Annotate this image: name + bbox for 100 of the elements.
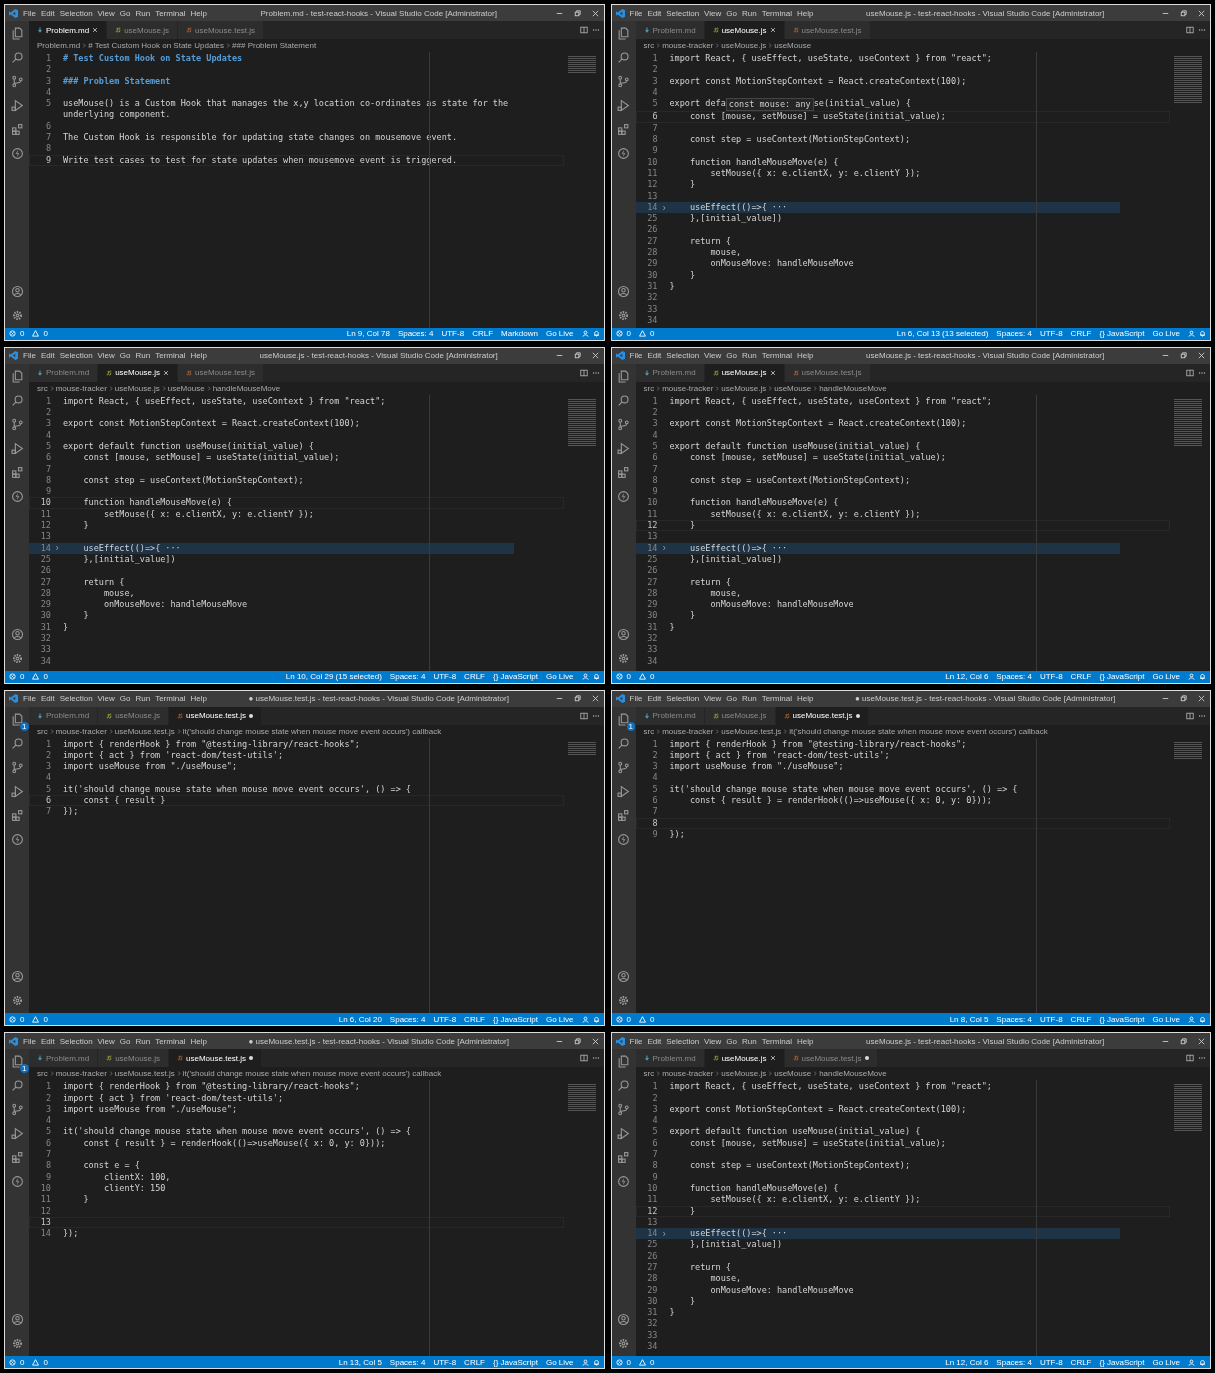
split-editor-icon[interactable]	[579, 26, 588, 34]
breadcrumb-item[interactable]: useMouse.test.js	[114, 1069, 175, 1079]
breadcrumb-item[interactable]: useMouse	[774, 41, 812, 50]
menu-item[interactable]: File	[23, 1036, 36, 1046]
fold-chevron-icon[interactable]	[55, 545, 59, 552]
close-icon[interactable]	[769, 27, 776, 33]
status-item[interactable]: UTF-8	[433, 1357, 457, 1367]
menu-item[interactable]: Selection	[59, 351, 93, 361]
close-icon[interactable]	[1197, 8, 1206, 18]
status-item[interactable]: Ln 13, Col 5	[338, 1357, 382, 1367]
menu-item[interactable]: View	[97, 351, 115, 361]
menu-item[interactable]: File	[23, 8, 36, 18]
search-icon[interactable]	[617, 393, 630, 407]
breadcrumb-item[interactable]: mouse-tracker	[662, 1069, 714, 1079]
status-item[interactable]: {} JavaScript	[1099, 1014, 1145, 1024]
status-item[interactable]: Go Live	[1152, 1014, 1180, 1024]
split-editor-icon[interactable]	[579, 711, 588, 720]
menu-item[interactable]: Terminal	[155, 8, 186, 18]
error-count[interactable]: 0	[626, 329, 631, 339]
menu-item[interactable]: Help	[190, 1036, 207, 1046]
menu-item[interactable]: View	[97, 8, 115, 18]
lightning-icon[interactable]	[10, 832, 24, 846]
breadcrumb-item[interactable]: src	[643, 41, 655, 50]
person-icon[interactable]	[1188, 330, 1195, 338]
close-icon[interactable]	[590, 694, 600, 703]
close-icon[interactable]	[769, 1055, 776, 1062]
lightning-icon[interactable]	[10, 489, 24, 503]
breadcrumb-item[interactable]: src	[37, 383, 48, 393]
menu-item[interactable]: Selection	[666, 1036, 700, 1046]
status-item[interactable]: Ln 10, Col 29 (15 selected)	[285, 672, 382, 681]
editor-tab[interactable]: useMouse.test.js	[169, 1049, 262, 1068]
error-count[interactable]: 0	[626, 672, 631, 681]
split-editor-icon[interactable]	[579, 368, 588, 377]
search-icon[interactable]	[617, 1079, 630, 1093]
menu-item[interactable]: Terminal	[761, 1036, 792, 1046]
status-item[interactable]: {} JavaScript	[493, 1357, 538, 1367]
breadcrumb-item[interactable]: mouse-tracker	[662, 726, 714, 736]
run-icon[interactable]	[10, 99, 24, 112]
menu-item[interactable]: Run	[135, 351, 151, 361]
menu-item[interactable]: Edit	[647, 1036, 662, 1046]
close-icon[interactable]	[590, 8, 600, 18]
split-editor-icon[interactable]	[1186, 368, 1194, 377]
menu-item[interactable]: Help	[190, 694, 207, 703]
menu-item[interactable]: Go	[119, 8, 131, 18]
menu-item[interactable]: File	[629, 694, 643, 703]
status-item[interactable]: Spaces: 4	[389, 672, 426, 681]
status-item[interactable]: {} JavaScript	[1099, 672, 1145, 681]
status-item[interactable]: CRLF	[1070, 1014, 1092, 1024]
status-item[interactable]: {} JavaScript	[493, 672, 538, 681]
warning-count[interactable]: 0	[43, 329, 48, 339]
error-count[interactable]: 0	[20, 1357, 25, 1367]
menu-item[interactable]: File	[629, 1036, 643, 1046]
person-icon[interactable]	[581, 330, 589, 338]
account-icon[interactable]	[617, 970, 630, 984]
menu-item[interactable]: Terminal	[761, 694, 792, 703]
files-icon[interactable]	[617, 1055, 630, 1069]
menu-item[interactable]: Go	[726, 1036, 737, 1046]
status-item[interactable]: UTF-8	[1039, 1357, 1063, 1367]
bell-icon[interactable]	[592, 1015, 600, 1023]
breadcrumb-item[interactable]: handleMouseMove	[819, 383, 887, 393]
status-item[interactable]: Spaces: 4	[389, 1357, 426, 1367]
status-item[interactable]: UTF-8	[433, 672, 457, 681]
menu-item[interactable]: Run	[742, 694, 757, 703]
settings-icon[interactable]	[617, 651, 630, 665]
bell-icon[interactable]	[592, 330, 600, 338]
status-item[interactable]: CRLF	[464, 1014, 485, 1024]
status-item[interactable]: Go Live	[545, 329, 574, 339]
restore-icon[interactable]	[1179, 694, 1188, 703]
breadcrumb-item[interactable]: useMouse.test.js	[114, 726, 175, 736]
person-icon[interactable]	[1188, 1358, 1195, 1366]
close-icon[interactable]	[1197, 1036, 1206, 1046]
editor-tab[interactable]: Problem.md	[29, 1049, 98, 1068]
menu-item[interactable]: Edit	[40, 694, 55, 703]
account-icon[interactable]	[10, 284, 24, 298]
branch-icon[interactable]	[617, 417, 630, 431]
settings-icon[interactable]	[617, 994, 630, 1008]
search-icon[interactable]	[617, 736, 630, 750]
files-icon[interactable]	[10, 27, 24, 40]
editor-tab[interactable]: Problem.md	[29, 21, 107, 39]
breadcrumb-item[interactable]: useMouse.test.js	[721, 726, 782, 736]
menu-item[interactable]: File	[23, 351, 36, 361]
status-item[interactable]: CRLF	[1070, 329, 1092, 339]
warning-count[interactable]: 0	[649, 1357, 655, 1367]
restore-icon[interactable]	[572, 694, 582, 703]
run-icon[interactable]	[617, 441, 630, 455]
menu-item[interactable]: Run	[135, 1036, 151, 1046]
restore-icon[interactable]	[1179, 351, 1188, 361]
status-item[interactable]: Spaces: 4	[996, 1014, 1032, 1024]
person-icon[interactable]	[1188, 673, 1195, 680]
breadcrumb-item[interactable]: src	[643, 726, 655, 736]
extensions-icon[interactable]	[617, 123, 630, 136]
split-editor-icon[interactable]	[579, 1054, 588, 1063]
editor-tab[interactable]: useMouse.js	[98, 1049, 169, 1068]
restore-icon[interactable]	[572, 1036, 582, 1046]
fold-chevron-icon[interactable]	[661, 1230, 666, 1237]
close-icon[interactable]	[92, 27, 99, 33]
menu-item[interactable]: Selection	[59, 1036, 93, 1046]
fold-chevron-icon[interactable]	[661, 545, 666, 552]
menu-item[interactable]: Help	[796, 8, 814, 18]
bell-icon[interactable]	[592, 673, 600, 680]
